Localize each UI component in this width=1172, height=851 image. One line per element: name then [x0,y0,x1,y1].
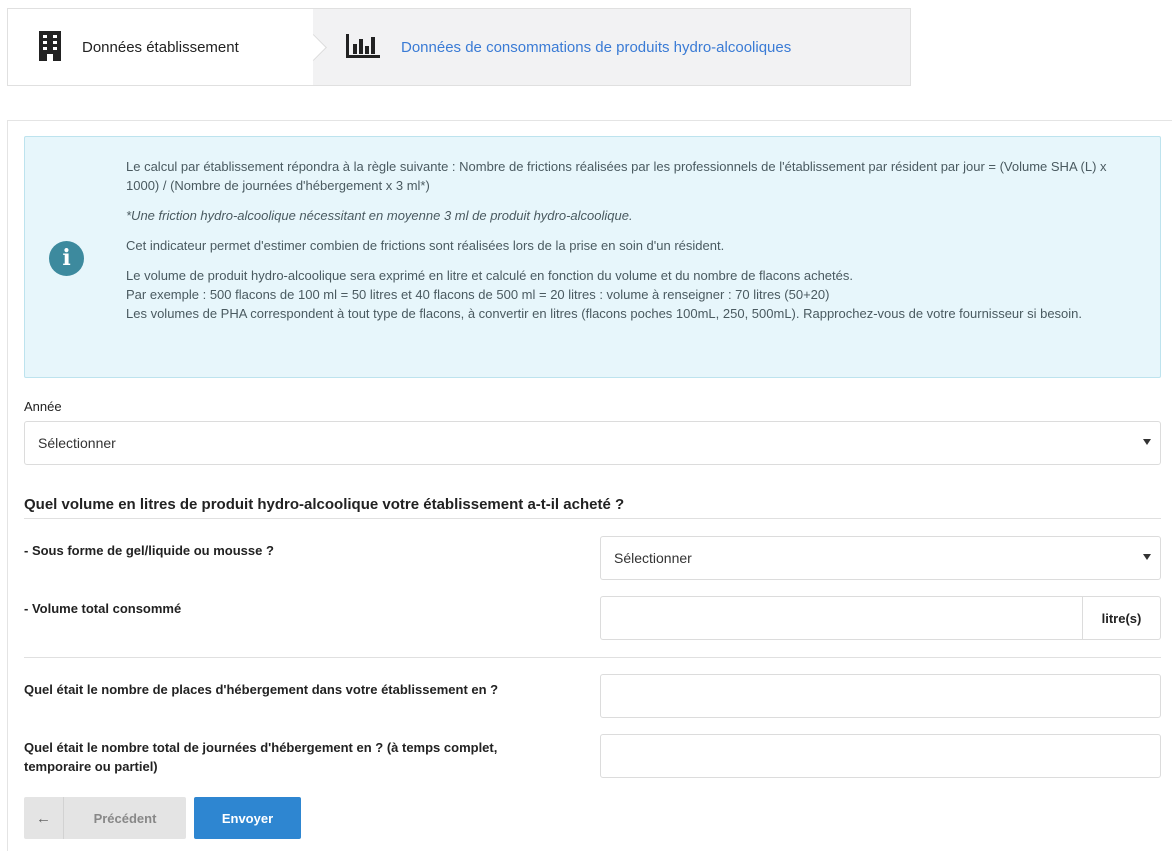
annee-select[interactable]: Sélectionner [24,421,1161,465]
form-panel: i Le calcul par établissement répondra à… [7,120,1172,851]
volume-label: - Volume total consommé [24,601,182,616]
divider [24,657,1161,658]
info-footnote: *Une friction hydro-alcoolique nécessita… [126,208,633,223]
info-indicator: Cet indicateur permet d'estimer combien … [126,238,725,253]
info-box: i Le calcul par établissement répondra à… [24,136,1161,378]
volume-unit-addon: litre(s) [1083,596,1161,640]
forme-select[interactable]: Sélectionner [600,536,1161,580]
step-donnees-consommations[interactable]: Données de consommations de produits hyd… [313,9,910,85]
info-volume-line2: Par exemple : 500 flacons de 100 ml = 50… [126,287,830,302]
building-icon [39,30,61,64]
send-button[interactable]: Envoyer [194,797,301,839]
volume-input[interactable] [600,596,1083,640]
wizard-steps: Données établissement Données de consomm… [7,8,911,86]
previous-button-label: Précédent [93,810,157,826]
forme-label: - Sous forme de gel/liquide ou mousse ? [24,543,274,558]
journees-label-line1: Quel était le nombre total de journées d… [24,740,498,755]
annee-label: Année [24,399,62,414]
step-1-label: Données établissement [82,38,239,56]
info-volume-line3: Les volumes de PHA correspondent à tout … [126,306,1083,321]
journees-label: Quel était le nombre total de journées d… [24,738,497,776]
chevron-down-icon [1143,439,1151,445]
places-input[interactable] [600,674,1161,718]
info-text: Le calcul par établissement répondra à l… [126,157,1141,323]
arrow-left-icon: ← [24,797,64,839]
journees-input[interactable] [600,734,1161,778]
annee-select-value: Sélectionner [38,435,116,451]
info-volume-line1: Le volume de produit hydro-alcoolique se… [126,268,853,283]
step-2-label: Données de consommations de produits hyd… [401,38,792,56]
divider [24,518,1161,519]
send-button-label: Envoyer [221,810,274,826]
info-formula: Le calcul par établissement répondra à l… [126,159,1107,193]
places-label: Quel était le nombre de places d'héberge… [24,682,499,697]
info-icon: i [49,241,84,276]
forme-select-value: Sélectionner [614,550,692,566]
bar-chart-icon [346,33,380,61]
step-donnees-etablissement[interactable]: Données établissement [8,9,313,85]
journees-label-line2: temporaire ou partiel) [24,759,158,774]
section-title-volume: Quel volume en litres de produit hydro-a… [24,496,625,513]
chevron-down-icon [1143,554,1151,560]
previous-button[interactable]: ← Précédent [24,797,186,839]
